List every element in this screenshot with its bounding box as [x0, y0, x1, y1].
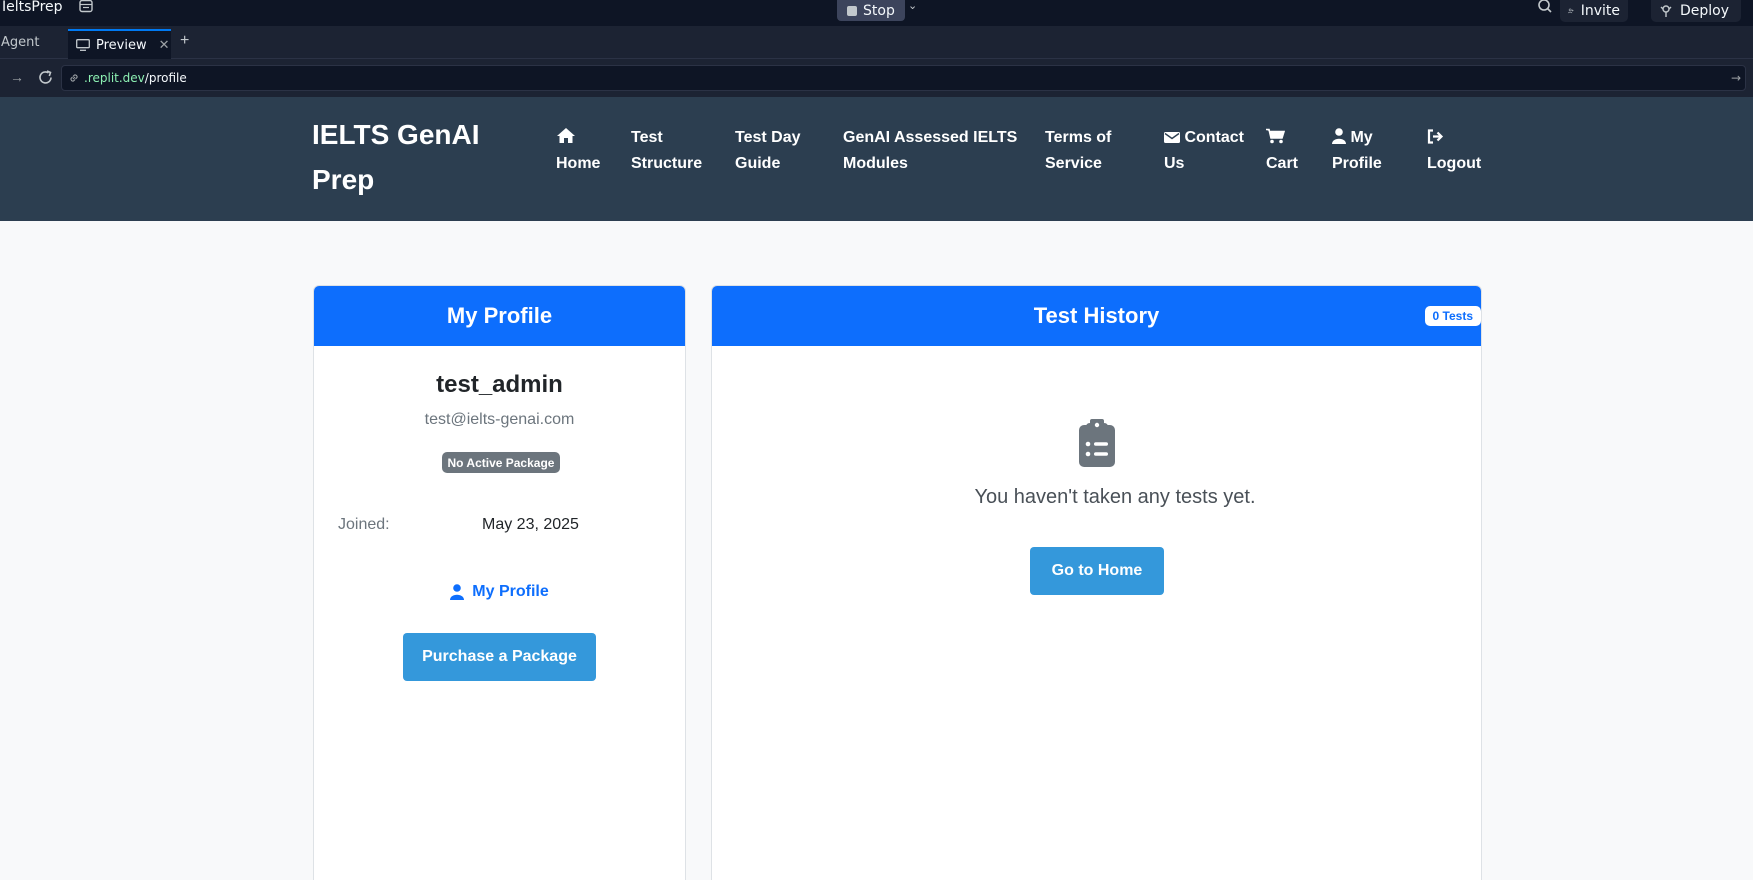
test-history-header: Test History 0 Tests: [712, 286, 1481, 346]
profile-card: My Profile test_admin test@ielts-genai.c…: [313, 285, 686, 880]
search-icon[interactable]: [1536, 0, 1554, 16]
deploy-icon: [1660, 5, 1672, 17]
nav-cart[interactable]: Cart: [1266, 125, 1311, 177]
link-icon: [70, 74, 78, 82]
invite-label: Invite: [1580, 3, 1620, 19]
test-history-title: Test History: [1033, 303, 1160, 328]
tab-preview-label: Preview: [96, 37, 147, 53]
nav-my-profile[interactable]: My Profile: [1332, 125, 1392, 177]
test-history-card: Test History 0 Tests You haven't taken a…: [711, 285, 1482, 880]
empty-history-message: You haven't taken any tests yet.: [974, 486, 1256, 508]
nav-contact[interactable]: Contact Us: [1164, 125, 1264, 177]
stop-label: Stop: [863, 2, 895, 19]
tab-preview[interactable]: Preview ✕: [68, 29, 171, 59]
my-profile-link-label: My Profile: [472, 583, 549, 600]
nav-test-day-guide[interactable]: Test Day Guide: [735, 125, 825, 177]
url-path: /profile: [144, 71, 187, 85]
ide-top-bar: IeltsPrep Stop ⌄ Invite Deploy: [0, 0, 1753, 26]
my-profile-link[interactable]: My Profile: [314, 583, 685, 601]
nav-genai-modules[interactable]: GenAI Assessed IELTS Modules: [843, 125, 1023, 177]
sign-out-icon: [1427, 129, 1444, 144]
url-input[interactable]: .replit.dev /profile →: [61, 65, 1746, 91]
joined-label: Joined:: [338, 516, 390, 533]
ide-tab-bar: Agent Preview ✕ +: [0, 26, 1753, 59]
deploy-label: Deploy: [1680, 3, 1730, 19]
test-count-badge: 0 Tests: [1424, 306, 1481, 326]
url-host: .replit.dev: [84, 71, 145, 85]
brand-logo[interactable]: IELTS GenAI Prep: [312, 112, 512, 202]
add-tab-icon[interactable]: +: [180, 32, 189, 50]
nav-cart-label: Cart: [1266, 155, 1299, 172]
go-to-home-button[interactable]: Go to Home: [1030, 547, 1164, 595]
envelope-icon: [1164, 132, 1180, 143]
nav-logout-label: Logout: [1427, 155, 1482, 172]
stop-icon: [847, 5, 857, 16]
monitor-icon: [76, 39, 90, 51]
home-icon: [557, 128, 575, 143]
nav-terms[interactable]: Terms of Service: [1045, 125, 1135, 177]
ide-app-name[interactable]: IeltsPrep: [2, 0, 63, 14]
reload-icon[interactable]: [37, 69, 54, 86]
close-icon[interactable]: ✕: [159, 38, 170, 53]
purchase-package-button[interactable]: Purchase a Package: [403, 633, 596, 681]
stop-button[interactable]: Stop: [837, 0, 905, 21]
package-status-badge: No Active Package: [442, 452, 560, 473]
nav-home-label: Home: [556, 155, 601, 172]
nav-home[interactable]: Home: [556, 125, 606, 177]
profile-username: test_admin: [436, 371, 563, 398]
profile-email: test@ielts-genai.com: [424, 411, 575, 428]
nav-test-structure[interactable]: Test Structure: [631, 125, 711, 177]
database-icon[interactable]: [79, 0, 93, 13]
user-icon: [1332, 128, 1346, 144]
ide-url-bar: → .replit.dev /profile →: [0, 59, 1753, 97]
add-user-icon: [1568, 8, 1574, 14]
profile-card-header: My Profile: [314, 286, 685, 346]
cart-icon: [1266, 128, 1286, 144]
nav-logout[interactable]: Logout: [1427, 125, 1487, 177]
open-external-icon[interactable]: →: [1731, 71, 1741, 85]
profile-card-title: My Profile: [446, 303, 553, 328]
joined-date: May 23, 2025: [482, 516, 579, 533]
chevron-down-icon[interactable]: ⌄: [908, 0, 917, 12]
tab-agent[interactable]: Agent: [1, 35, 39, 50]
invite-button[interactable]: Invite: [1560, 0, 1628, 22]
site-navbar: IELTS GenAI Prep Home Test Structure Tes…: [0, 97, 1753, 221]
clipboard-list-icon: [1079, 419, 1115, 467]
forward-arrow-icon[interactable]: →: [10, 69, 24, 85]
deploy-button[interactable]: Deploy: [1651, 0, 1741, 22]
user-icon: [450, 584, 465, 600]
